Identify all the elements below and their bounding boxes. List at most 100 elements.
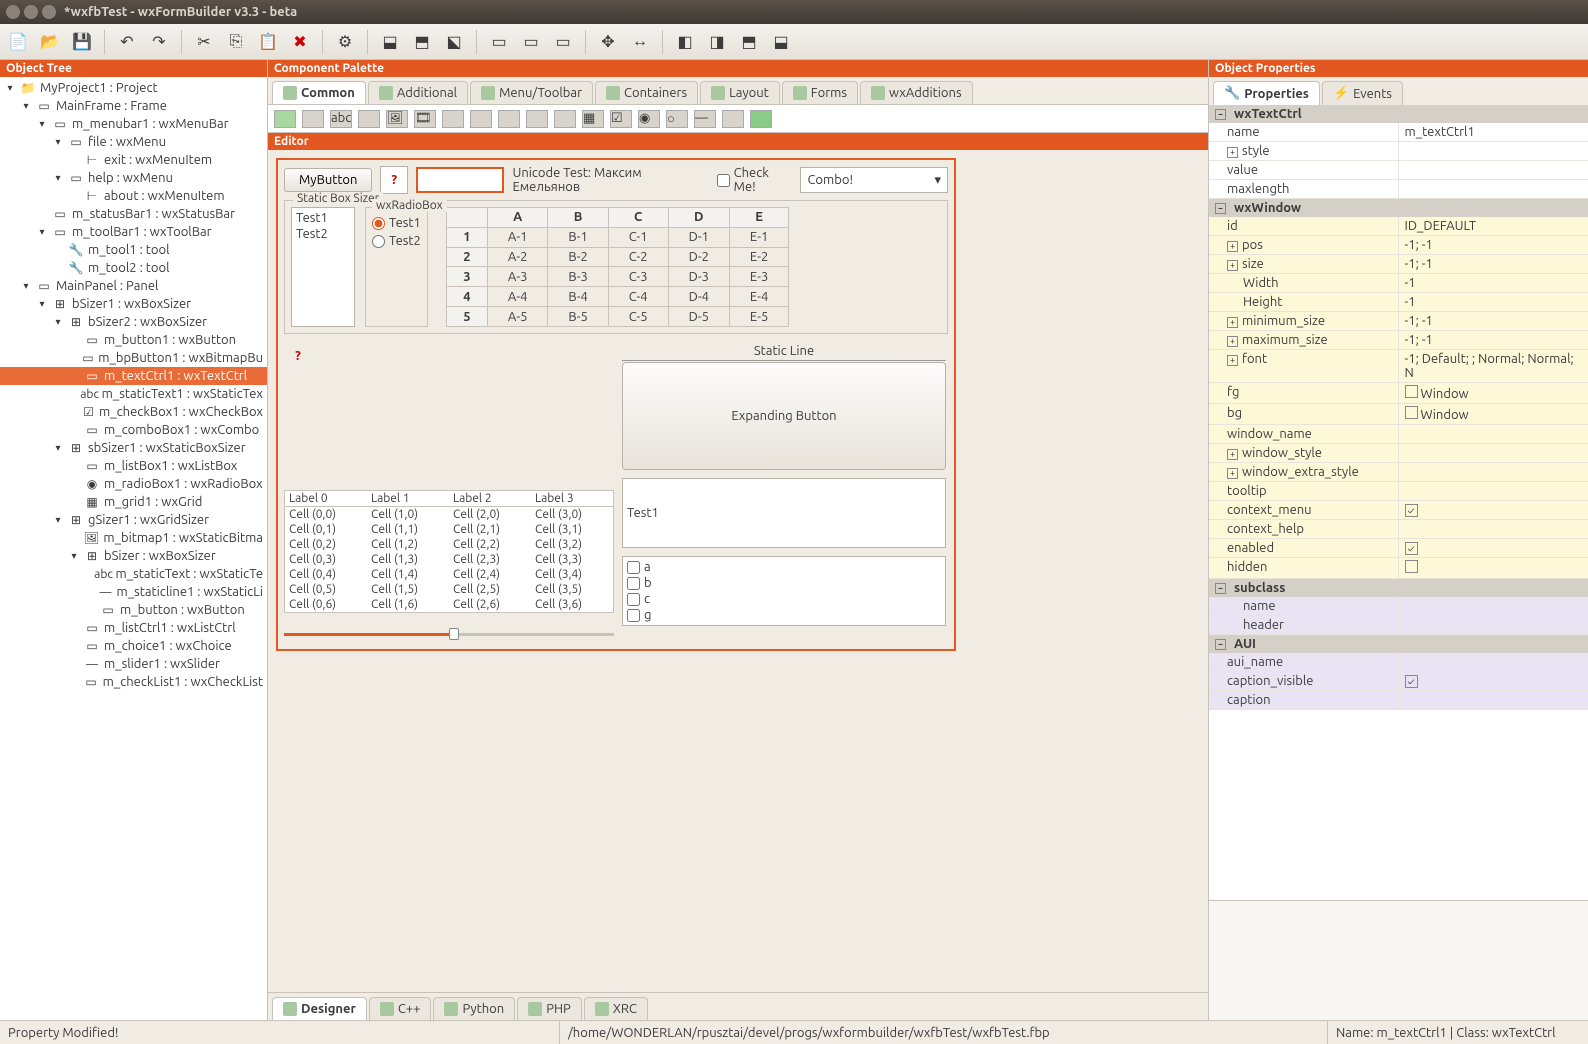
palette-slider-icon[interactable] <box>722 110 744 128</box>
tree-item[interactable]: —m_staticline1 : wxStaticLi <box>0 583 267 601</box>
grid[interactable]: ABCDE1A-1B-1C-1D-1E-12A-2B-2C-2D-2E-23A-… <box>446 207 789 327</box>
bottom-tab-designer[interactable]: Designer <box>272 997 367 1020</box>
expanding-button[interactable]: Expanding Button <box>622 362 946 470</box>
palette-tab-containers[interactable]: Containers <box>595 81 698 104</box>
palette-listbox-icon[interactable] <box>498 110 520 128</box>
prop-row-aui_name[interactable]: aui_name <box>1209 653 1588 672</box>
redo-icon[interactable]: ↷ <box>147 30 171 54</box>
prop-row-font[interactable]: +font-1; Default; ; Normal; Normal; N <box>1209 350 1588 383</box>
paste-icon[interactable]: 📋 <box>256 30 280 54</box>
palette-tab-common[interactable]: Common <box>272 81 366 104</box>
tree-item[interactable]: ▾▭help : wxMenu <box>0 169 267 187</box>
border-bottom-icon[interactable]: ⬓ <box>769 30 793 54</box>
tree-item[interactable]: —m_slider1 : wxSlider <box>0 655 267 673</box>
palette-statictext-icon[interactable]: abc <box>330 110 352 128</box>
tree-item[interactable]: ▭m_listCtrl1 : wxListCtrl <box>0 619 267 637</box>
prop-row-name[interactable]: namem_textCtrl1 <box>1209 123 1588 142</box>
prop-row-context_help[interactable]: context_help <box>1209 520 1588 539</box>
tree-item[interactable]: ☑m_checkBox1 : wxCheckBox <box>0 403 267 421</box>
border-right-icon[interactable]: ◨ <box>705 30 729 54</box>
tree-item[interactable]: ▭m_button : wxButton <box>0 601 267 619</box>
bottom-tab-php[interactable]: PHP <box>517 997 582 1020</box>
tree-item[interactable]: ▾⊞bSizer1 : wxBoxSizer <box>0 295 267 313</box>
tree-item[interactable]: ▭m_statusBar1 : wxStatusBar <box>0 205 267 223</box>
bottom-tab-python[interactable]: Python <box>433 997 515 1020</box>
tree-item[interactable]: 🖼m_bitmap1 : wxStaticBitma <box>0 529 267 547</box>
minimize-window-icon[interactable] <box>24 5 38 19</box>
tree-item[interactable]: ▦m_grid1 : wxGrid <box>0 493 267 511</box>
prop-row-window_extra_style[interactable]: +window_extra_style <box>1209 463 1588 482</box>
prop-tab-events[interactable]: ⚡Events <box>1322 81 1403 105</box>
prop-row-id[interactable]: idID_DEFAULT <box>1209 217 1588 236</box>
tree-item[interactable]: ▭m_checkList1 : wxCheckList <box>0 673 267 691</box>
layout3-icon[interactable]: ▭ <box>551 30 575 54</box>
palette-combo-icon[interactable] <box>442 110 464 128</box>
tree-item[interactable]: ▾⊞sbSizer1 : wxStaticBoxSizer <box>0 439 267 457</box>
palette-radio-icon[interactable]: ○ <box>666 110 688 128</box>
palette-grid-icon[interactable]: ▦ <box>582 110 604 128</box>
prop-row-tooltip[interactable]: tooltip <box>1209 482 1588 501</box>
bottom-tab-c++[interactable]: C++ <box>369 997 432 1020</box>
close-window-icon[interactable] <box>6 5 20 19</box>
tree-item[interactable]: ▾📁MyProject1 : Project <box>0 79 267 97</box>
palette-bitmapbutton-icon[interactable] <box>302 110 324 128</box>
new-file-icon[interactable]: 📄 <box>6 30 30 54</box>
property-grid[interactable]: −wxTextCtrlnamem_textCtrl1+stylevaluemax… <box>1209 105 1588 900</box>
prop-row-enabled[interactable]: enabled✓ <box>1209 539 1588 558</box>
tree-item[interactable]: ▾▭m_toolBar1 : wxToolBar <box>0 223 267 241</box>
tree-item[interactable]: ▭m_bpButton1 : wxBitmapBu <box>0 349 267 367</box>
maximize-window-icon[interactable] <box>42 5 56 19</box>
list-ctrl[interactable]: Label 0Label 1Label 2Label 3Cell (0,0)Ce… <box>284 490 614 613</box>
tree-item[interactable]: ▭m_choice1 : wxChoice <box>0 637 267 655</box>
stretch-icon[interactable]: ↔ <box>628 30 652 54</box>
list-box[interactable]: Test1Test2 <box>291 207 355 327</box>
tree-item[interactable]: abcm_staticText1 : wxStaticTex <box>0 385 267 403</box>
tree-item[interactable]: ▾▭file : wxMenu <box>0 133 267 151</box>
prop-tab-properties[interactable]: 🔧Properties <box>1213 81 1320 105</box>
prop-row-name[interactable]: name <box>1209 597 1588 616</box>
delete-icon[interactable]: ✖ <box>288 30 312 54</box>
check-list[interactable]: a b c g <box>622 556 946 626</box>
tree-item[interactable]: ▾▭MainFrame : Frame <box>0 97 267 115</box>
align-right-icon[interactable]: ⬕ <box>442 30 466 54</box>
tree-item[interactable]: 🔧m_tool1 : tool <box>0 241 267 259</box>
copy-icon[interactable]: ⎘ <box>224 30 248 54</box>
prop-row-minimum_size[interactable]: +minimum_size-1; -1 <box>1209 312 1588 331</box>
settings-icon[interactable]: ⚙ <box>333 30 357 54</box>
combo-box[interactable]: Combo!▾ <box>800 167 948 193</box>
tree-item[interactable]: ▾▭m_menubar1 : wxMenuBar <box>0 115 267 133</box>
prop-row-caption_visible[interactable]: caption_visible✓ <box>1209 672 1588 691</box>
palette-checkbox-icon[interactable]: ☑ <box>610 110 632 128</box>
prop-row-pos[interactable]: +pos-1; -1 <box>1209 236 1588 255</box>
open-file-icon[interactable]: 📂 <box>38 30 62 54</box>
tree-item[interactable]: ▾⊞bSizer : wxBoxSizer <box>0 547 267 565</box>
mybutton[interactable]: MyButton <box>284 168 372 192</box>
prop-row-maximum_size[interactable]: +maximum_size-1; -1 <box>1209 331 1588 350</box>
palette-tab-wxadditions[interactable]: wxAdditions <box>860 81 973 104</box>
prop-row-value[interactable]: value <box>1209 161 1588 180</box>
object-tree[interactable]: ▾📁MyProject1 : Project▾▭MainFrame : Fram… <box>0 77 267 1020</box>
palette-bitmap-icon[interactable]: 🖼 <box>386 110 408 128</box>
align-center-icon[interactable]: ⬒ <box>410 30 434 54</box>
prop-row-context_menu[interactable]: context_menu✓ <box>1209 501 1588 520</box>
tree-item[interactable]: ▭m_comboBox1 : wxCombo <box>0 421 267 439</box>
palette-textctrl-icon[interactable] <box>358 110 380 128</box>
palette-gauge-icon[interactable] <box>750 110 772 128</box>
palette-tab-menu/toolbar[interactable]: Menu/Toolbar <box>470 81 593 104</box>
prop-row-size[interactable]: +size-1; -1 <box>1209 255 1588 274</box>
tree-item[interactable]: ▭m_button1 : wxButton <box>0 331 267 349</box>
prop-row-window_style[interactable]: +window_style <box>1209 444 1588 463</box>
prop-row-fg[interactable]: fg Window <box>1209 383 1588 404</box>
bitmap-button[interactable]: ? <box>380 166 408 194</box>
prop-row-maxlength[interactable]: maxlength <box>1209 180 1588 199</box>
tree-item[interactable]: ▾▭MainPanel : Panel <box>0 277 267 295</box>
radio-option[interactable]: Test2 <box>372 232 421 250</box>
palette-anim-icon[interactable]: 🎞 <box>414 110 436 128</box>
palette-tab-forms[interactable]: Forms <box>782 81 858 104</box>
tree-item[interactable]: ⊢about : wxMenuItem <box>0 187 267 205</box>
layout1-icon[interactable]: ▭ <box>487 30 511 54</box>
radio-option[interactable]: Test1 <box>372 214 421 232</box>
bottom-tab-xrc[interactable]: XRC <box>584 997 648 1020</box>
tree-item[interactable]: ⊢exit : wxMenuItem <box>0 151 267 169</box>
expand-icon[interactable]: ✥ <box>596 30 620 54</box>
